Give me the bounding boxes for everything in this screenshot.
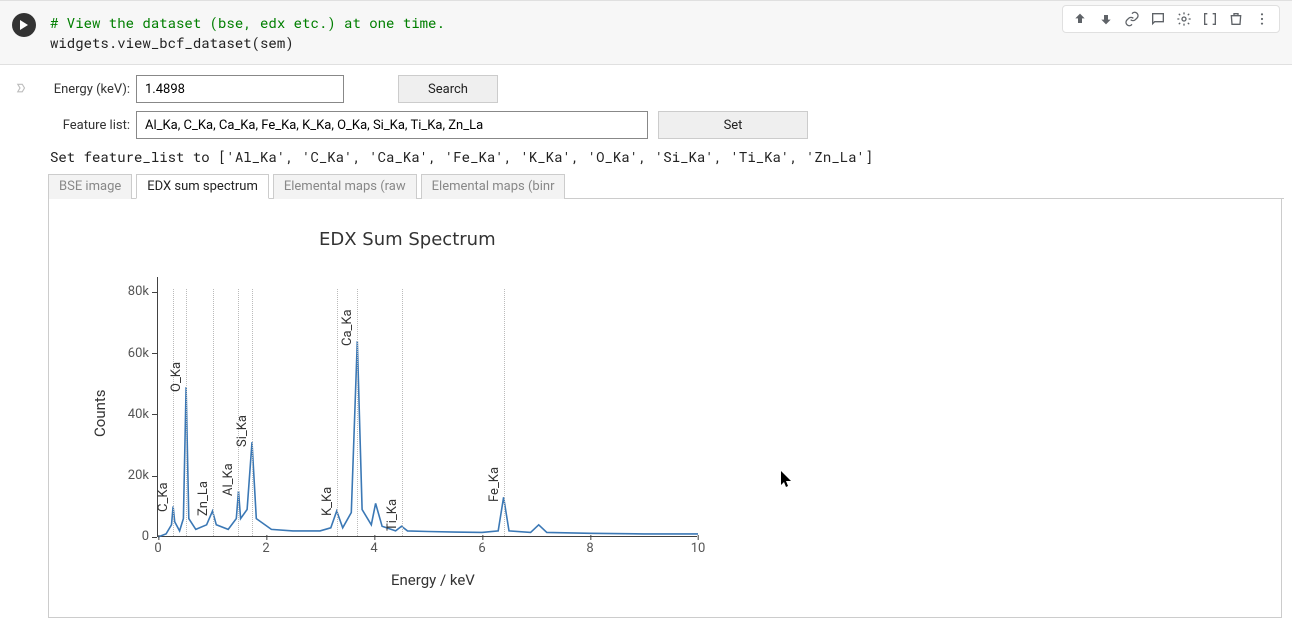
run-button[interactable]	[12, 13, 36, 37]
tab-panel: EDX Sum Spectrum Counts Energy / keV 020…	[48, 199, 1282, 618]
code-comment: # View the dataset (bse, edx etc.) at on…	[50, 13, 445, 32]
x-tick: 2	[262, 541, 269, 556]
status-message: Set feature_list to ['Al_Ka', 'C_Ka', 'C…	[50, 147, 1282, 166]
peak-label: Ti_Ka	[385, 499, 400, 531]
gear-icon[interactable]	[1175, 10, 1193, 28]
code-line: widgets.view_bcf_dataset(sem)	[50, 33, 294, 52]
feature-vline	[402, 289, 403, 536]
feature-vline	[252, 289, 253, 536]
y-tick: 60k	[109, 346, 149, 361]
peak-label: O_Ka	[169, 362, 184, 392]
edx-spectrum-chart: EDX Sum Spectrum Counts Energy / keV 020…	[61, 217, 701, 597]
energy-input[interactable]	[136, 75, 344, 103]
cell-toolbar	[1062, 5, 1280, 33]
feature-vline	[337, 289, 338, 536]
search-button[interactable]: Search	[398, 75, 498, 103]
move-up-icon[interactable]	[1071, 10, 1089, 28]
chart-title: EDX Sum Spectrum	[319, 229, 496, 250]
x-tick: 6	[478, 541, 485, 556]
peak-label: Ca_Ka	[340, 310, 355, 347]
feature-vline	[213, 289, 214, 536]
y-tick: 20k	[109, 468, 149, 483]
more-icon[interactable]	[1253, 10, 1271, 28]
feature-label: Feature list:	[48, 118, 136, 133]
peak-label: Fe_Ka	[487, 467, 502, 502]
x-tick: 10	[691, 541, 706, 556]
trash-icon[interactable]	[1227, 10, 1245, 28]
set-button[interactable]: Set	[658, 111, 808, 139]
feature-vline	[238, 289, 239, 536]
feature-vline	[173, 289, 174, 536]
tab-bse-image[interactable]: BSE image	[48, 174, 132, 199]
x-tick: 4	[370, 541, 377, 556]
peak-label: K_Ka	[320, 487, 335, 516]
peak-label: C_Ka	[156, 482, 171, 512]
code-cell: # View the dataset (bse, edx etc.) at on…	[0, 0, 1292, 65]
code-editor[interactable]: # View the dataset (bse, edx etc.) at on…	[46, 7, 449, 58]
link-icon[interactable]	[1123, 10, 1141, 28]
comment-icon[interactable]	[1149, 10, 1167, 28]
feature-vline	[504, 289, 505, 536]
y-tick: 40k	[109, 407, 149, 422]
plot-area: 020k40k60k80k0246810C_KaO_KaZn_LaAl_KaSi…	[157, 277, 697, 537]
cell-output: Energy (keV): Search Feature list: Set S…	[0, 65, 1292, 628]
tab-elemental-maps-bin[interactable]: Elemental maps (binr	[421, 174, 566, 199]
x-axis-label: Energy / keV	[391, 571, 475, 589]
tab-strip: BSE image EDX sum spectrum Elemental map…	[48, 174, 1284, 199]
feature-vline	[357, 289, 358, 536]
tab-edx-sum-spectrum[interactable]: EDX sum spectrum	[136, 174, 269, 199]
y-tick: 0	[109, 529, 149, 544]
peak-label: Si_Ka	[235, 415, 250, 447]
move-down-icon[interactable]	[1097, 10, 1115, 28]
peak-label: Zn_La	[196, 481, 211, 516]
energy-label: Energy (keV):	[48, 82, 136, 97]
x-tick: 8	[586, 541, 593, 556]
y-tick: 80k	[109, 284, 149, 299]
tab-elemental-maps-raw[interactable]: Elemental maps (raw	[273, 174, 417, 199]
feature-input[interactable]	[136, 111, 648, 139]
peak-label: Al_Ka	[221, 464, 236, 497]
feature-vline	[186, 289, 187, 536]
mirror-icon[interactable]	[1201, 10, 1219, 28]
y-axis-label: Counts	[91, 390, 109, 438]
output-gutter-icon[interactable]	[14, 79, 38, 101]
x-tick: 0	[154, 541, 161, 556]
